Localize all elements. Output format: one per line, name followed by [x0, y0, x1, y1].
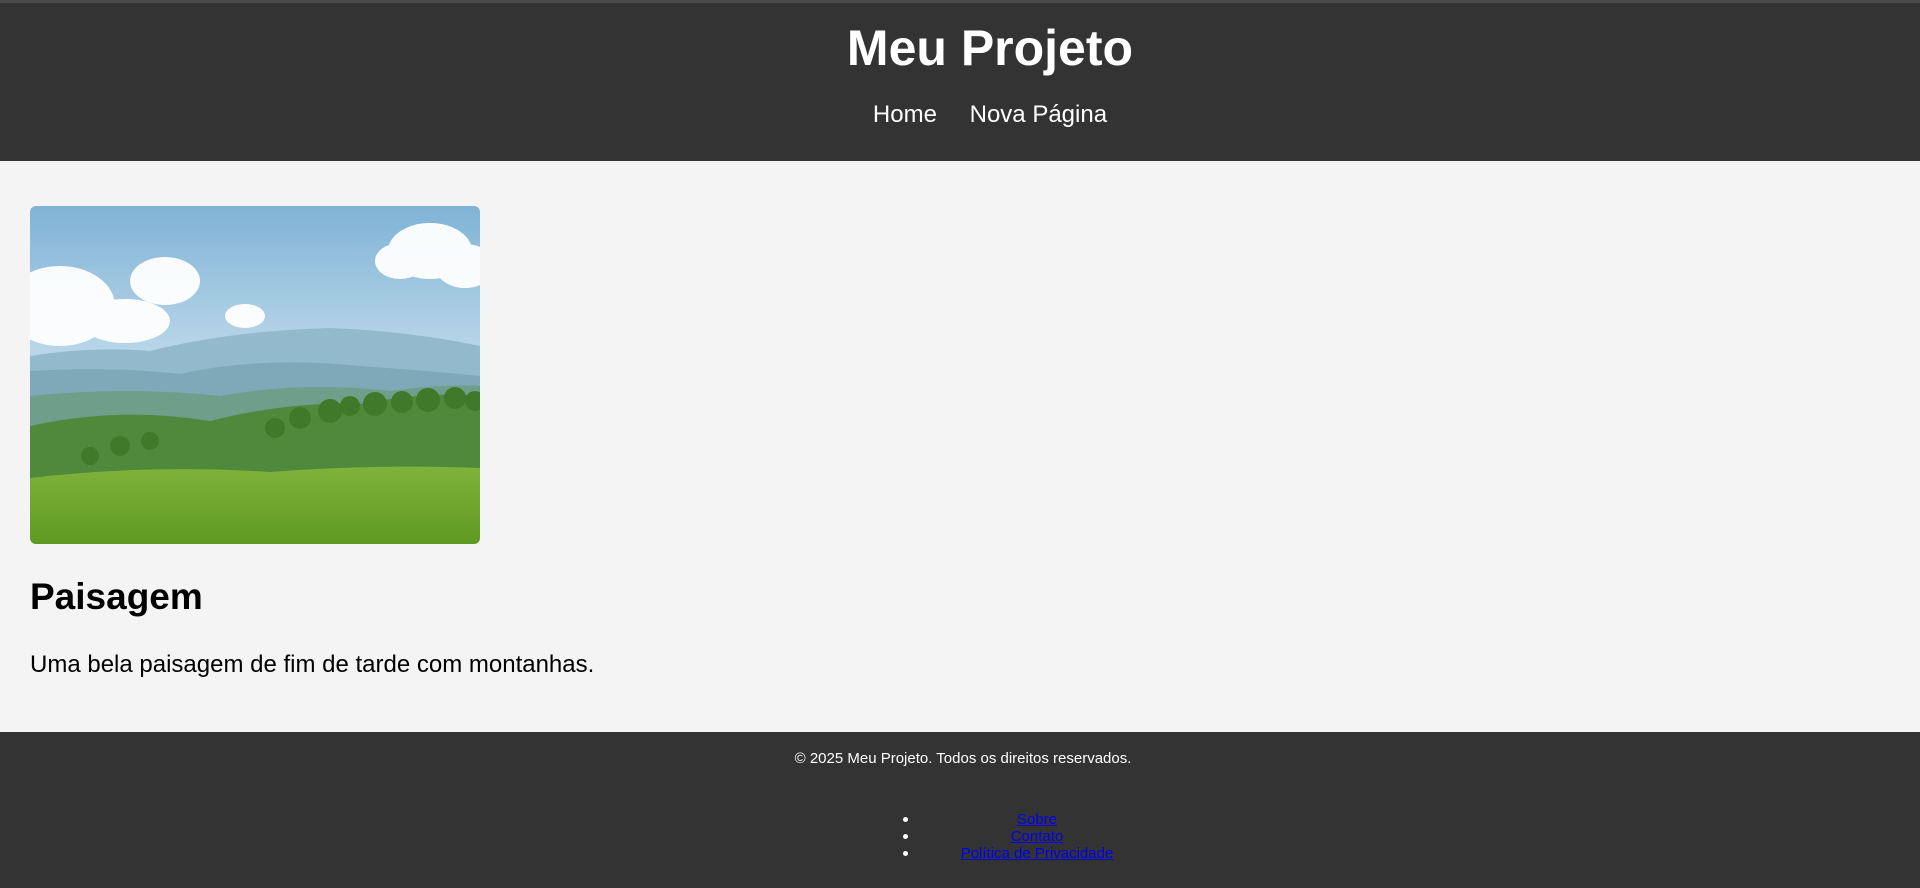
footer-links: Sobre Contato Política de Privacidade [0, 811, 1920, 862]
footer-link-contato[interactable]: Contato [1011, 828, 1064, 845]
card-title: Paisagem [30, 576, 203, 617]
list-item: Contato [0, 828, 1920, 845]
list-item: Sobre [0, 811, 1920, 828]
bullet-icon [903, 817, 908, 822]
bullet-icon [903, 851, 908, 856]
bullet-icon [903, 834, 908, 839]
main-content: Paisagem Uma bela paisagem de fim de tar… [0, 161, 1920, 732]
footer-link-politica[interactable]: Política de Privacidade [961, 845, 1114, 862]
site-title: Meu Projeto [846, 20, 1134, 76]
landscape-image [30, 206, 480, 544]
card-description: Uma bela paisagem de fim de tarde com mo… [30, 651, 595, 678]
site-header: Meu Projeto Home Nova Página [0, 3, 1920, 161]
nav-link-home[interactable]: Home [873, 101, 937, 128]
list-item: Política de Privacidade [0, 845, 1920, 862]
site-footer: © 2025 Meu Projeto. Todos os direitos re… [0, 732, 1920, 888]
copyright-text: © 2025 Meu Projeto. Todos os direitos re… [794, 750, 1132, 767]
main-nav: Home Nova Página [0, 100, 1920, 130]
nav-link-nova-pagina[interactable]: Nova Página [970, 101, 1107, 128]
footer-link-sobre[interactable]: Sobre [1017, 811, 1057, 828]
